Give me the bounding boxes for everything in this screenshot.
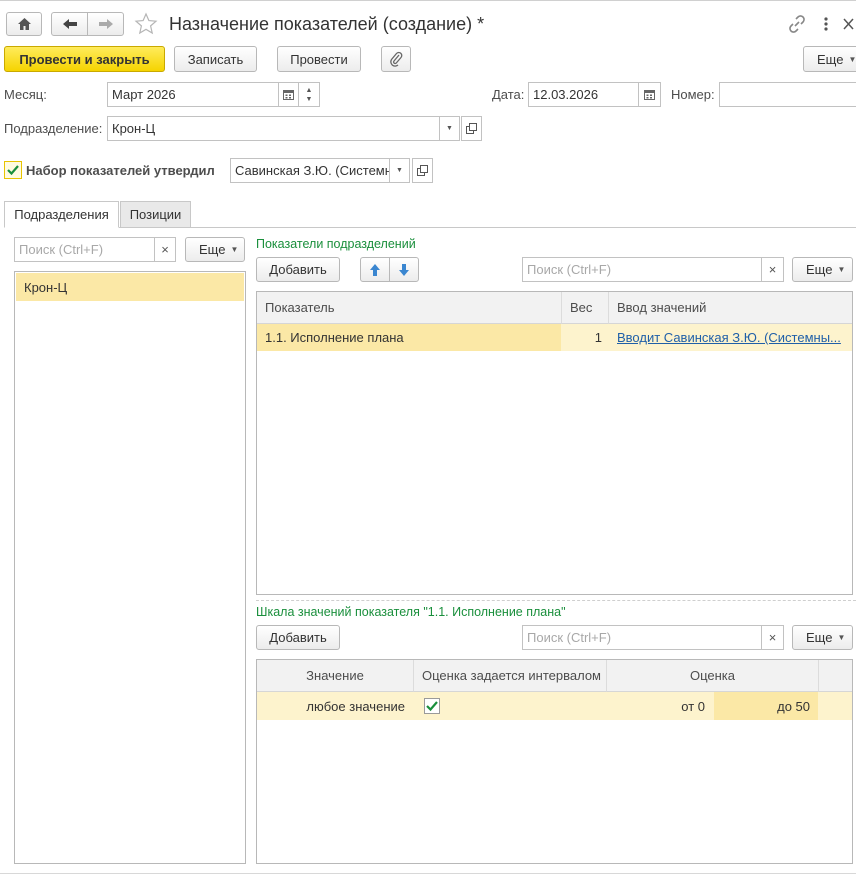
tab-divisions[interactable]: Подразделения xyxy=(4,201,119,228)
tab-divisions-label: Подразделения xyxy=(14,207,109,222)
home-button[interactable] xyxy=(6,12,42,36)
attach-button[interactable] xyxy=(381,46,411,72)
month-stepper[interactable]: ▲ ▼ xyxy=(298,82,320,107)
column-header-value[interactable]: Значение xyxy=(257,660,414,692)
date-calendar-button[interactable] xyxy=(638,82,661,107)
division-label: Подразделение: xyxy=(4,121,103,136)
divisions-list[interactable]: Крон-Ц xyxy=(14,271,246,864)
scale-more-button[interactable]: Еще ▼ xyxy=(792,625,853,650)
chevron-down-icon: ▼ xyxy=(396,167,403,174)
more-options-icon[interactable] xyxy=(818,15,834,33)
indicators-search-clear-button[interactable]: × xyxy=(761,257,784,282)
move-up-button[interactable] xyxy=(360,257,390,282)
number-label: Номер: xyxy=(671,87,715,102)
column-header-extra xyxy=(819,660,852,692)
left-more-button[interactable]: Еще ▼ xyxy=(185,237,245,262)
chevron-down-icon: ▼ xyxy=(230,245,239,254)
post-and-close-button[interactable]: Провести и закрыть xyxy=(4,46,165,72)
open-window-icon xyxy=(417,165,428,176)
approved-dropdown-button[interactable]: ▼ xyxy=(389,158,410,183)
number-input[interactable] xyxy=(719,82,856,107)
calendar-icon xyxy=(644,89,655,100)
interval-checkbox-icon[interactable] xyxy=(424,698,440,714)
section-divider xyxy=(256,600,856,601)
month-calendar-button[interactable] xyxy=(278,82,299,107)
checkmark-icon xyxy=(5,162,21,178)
tab-positions[interactable]: Позиции xyxy=(120,201,191,228)
page-title: Назначение показателей (создание) * xyxy=(169,14,485,34)
arrow-right-icon xyxy=(98,18,114,30)
stepper-down-icon[interactable]: ▼ xyxy=(306,95,313,104)
indicators-section-title: Показатели подразделений xyxy=(256,237,416,251)
indicators-more-button[interactable]: Еще ▼ xyxy=(792,257,853,282)
move-down-button[interactable] xyxy=(389,257,419,282)
interval-cell[interactable] xyxy=(414,692,606,720)
stepper-up-icon[interactable]: ▲ xyxy=(306,86,313,95)
back-button[interactable] xyxy=(51,12,88,36)
score-to-cell[interactable]: до 50 xyxy=(714,692,818,720)
tab-positions-label: Позиции xyxy=(129,207,182,222)
column-header-interval[interactable]: Оценка задается интервалом xyxy=(414,660,607,692)
score-from-cell[interactable]: от 0 xyxy=(607,692,713,720)
post-button[interactable]: Провести xyxy=(277,46,361,72)
left-more-label: Еще xyxy=(199,242,226,257)
more-button-label: Еще xyxy=(817,51,844,67)
month-input[interactable]: Март 2026 xyxy=(107,82,279,107)
list-item[interactable]: Крон-Ц xyxy=(16,273,244,301)
column-header-input[interactable]: Ввод значений xyxy=(609,292,852,324)
date-input[interactable]: 12.03.2026 xyxy=(528,82,639,107)
arrow-down-icon xyxy=(398,263,410,277)
division-input[interactable]: Крон-Ц xyxy=(107,116,440,141)
bottom-border xyxy=(0,873,856,874)
calendar-icon xyxy=(283,89,294,100)
chevron-down-icon: ▼ xyxy=(848,54,856,64)
scale-more-label: Еще xyxy=(806,630,833,645)
approved-checkbox[interactable] xyxy=(4,161,22,179)
clear-x-icon: × xyxy=(768,630,777,645)
indicators-add-button[interactable]: Добавить xyxy=(256,257,340,282)
list-item-label: Крон-Ц xyxy=(24,279,68,295)
clear-x-icon: × xyxy=(161,242,169,257)
approved-open-button[interactable] xyxy=(412,158,433,183)
indicator-cell[interactable]: 1.1. Исполнение плана xyxy=(257,324,561,351)
scale-table[interactable]: Значение Оценка задается интервалом Оцен… xyxy=(256,659,853,864)
column-header-score[interactable]: Оценка xyxy=(607,660,819,692)
scale-section-title: Шкала значений показателя "1.1. Исполнен… xyxy=(256,605,566,619)
value-cell[interactable]: любое значение xyxy=(257,692,413,720)
chevron-down-icon: ▼ xyxy=(837,265,846,274)
indicators-table[interactable]: Показатель Вес Ввод значений 1.1. Исполн… xyxy=(256,291,853,595)
scale-search-input[interactable]: Поиск (Ctrl+F) xyxy=(522,625,762,650)
indicators-search-input[interactable]: Поиск (Ctrl+F) xyxy=(522,257,762,282)
approved-by-input[interactable]: Савинская З.Ю. (Системн xyxy=(230,158,390,183)
month-label: Месяц: xyxy=(4,87,47,102)
division-open-button[interactable] xyxy=(461,116,482,141)
column-header-weight[interactable]: Вес xyxy=(562,292,609,324)
save-button[interactable]: Записать xyxy=(174,46,257,72)
top-border xyxy=(0,0,856,1)
chevron-down-icon: ▼ xyxy=(446,125,453,132)
scale-add-button[interactable]: Добавить xyxy=(256,625,340,650)
left-search-clear-button[interactable]: × xyxy=(154,237,176,262)
input-link[interactable]: Вводит Савинская З.Ю. (Системны... xyxy=(609,324,852,351)
left-search-input[interactable]: Поиск (Ctrl+F) xyxy=(14,237,155,262)
arrow-up-icon xyxy=(369,263,381,277)
more-button[interactable]: Еще ▼ xyxy=(803,46,856,72)
open-window-icon xyxy=(466,123,477,134)
paperclip-icon xyxy=(389,51,403,67)
home-icon xyxy=(17,17,32,31)
division-dropdown-button[interactable]: ▼ xyxy=(439,116,460,141)
approved-label: Набор показателей утвердил xyxy=(26,163,215,178)
weight-cell[interactable]: 1 xyxy=(562,324,608,351)
chevron-down-icon: ▼ xyxy=(837,633,846,642)
forward-button[interactable] xyxy=(87,12,124,36)
arrow-left-icon xyxy=(62,18,78,30)
favorite-star-icon[interactable] xyxy=(134,12,158,36)
scale-search-clear-button[interactable]: × xyxy=(761,625,784,650)
link-icon[interactable] xyxy=(787,14,807,34)
clear-x-icon: × xyxy=(768,262,777,277)
column-header-indicator[interactable]: Показатель xyxy=(257,292,562,324)
indicators-more-label: Еще xyxy=(806,262,833,277)
date-label: Дата: xyxy=(492,87,525,102)
close-icon[interactable] xyxy=(841,15,856,33)
